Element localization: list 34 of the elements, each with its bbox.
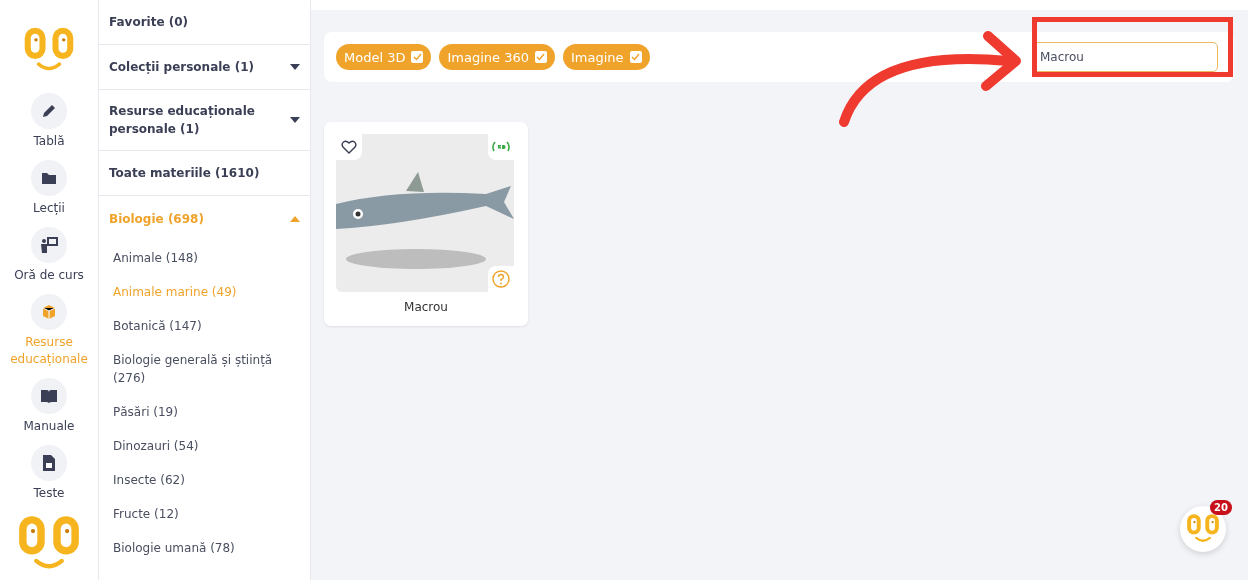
checkbox[interactable] — [411, 51, 424, 63]
box-icon — [41, 304, 57, 321]
heart-icon[interactable] — [341, 140, 357, 154]
checkbox[interactable] — [629, 51, 642, 63]
checkbox[interactable] — [534, 51, 547, 63]
nav-item[interactable]: Lecții — [1, 160, 97, 218]
nav-item[interactable]: Manuale — [1, 378, 97, 436]
subcategory-item[interactable]: Păsări (19) — [99, 395, 310, 429]
category-section[interactable]: Colecții personale (1) — [99, 45, 310, 90]
help-icon[interactable] — [492, 270, 510, 288]
category-section[interactable]: Favorite (0) — [99, 0, 310, 45]
card-title: Macrou — [403, 300, 449, 314]
caret-up-icon[interactable] — [290, 215, 300, 222]
subcategory-item[interactable]: Dinozauri (54) — [99, 429, 310, 463]
subcategory-item[interactable]: Insecte (62) — [99, 463, 310, 497]
caret-down-icon[interactable] — [290, 117, 300, 123]
folder-icon — [41, 171, 57, 186]
subcategory-item[interactable]: Biologie umană (78) — [99, 531, 310, 565]
document-icon — [43, 455, 55, 472]
category-section[interactable]: Resurse educaționale personale (1) — [99, 90, 310, 151]
notification-badge: 20 — [1210, 500, 1232, 515]
resource-card[interactable]: Macrou — [324, 122, 528, 326]
nav-item[interactable]: Oră de curs — [1, 227, 97, 285]
subcategory-item[interactable]: Animale (148) — [99, 241, 310, 275]
teacher-board-icon — [40, 237, 58, 254]
nav-item[interactable]: Teste — [1, 445, 97, 503]
subcategory-item[interactable]: Botanică (147) — [99, 309, 310, 343]
category-section[interactable]: Toate materiile (1610) — [99, 151, 310, 196]
subcategory-item[interactable]: Fructe (12) — [99, 497, 310, 531]
subcategory-item[interactable]: Biologie generală și știință (276) — [99, 343, 310, 395]
caret-down-icon[interactable] — [290, 64, 300, 70]
pencil-icon — [41, 103, 57, 120]
book-icon — [40, 389, 58, 404]
nav-item[interactable]: Tablă — [1, 93, 97, 151]
